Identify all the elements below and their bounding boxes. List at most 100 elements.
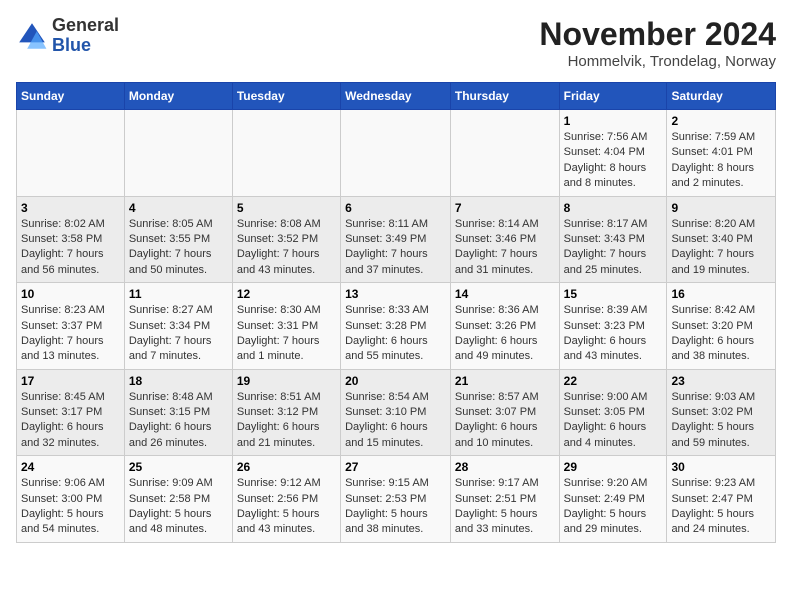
day-info: Sunrise: 8:14 AMSunset: 3:46 PMDaylight:… bbox=[455, 217, 555, 279]
weekday-header-friday: Friday bbox=[559, 83, 667, 110]
calendar-cell: 8 Sunrise: 8:17 AMSunset: 3:43 PMDaylight… bbox=[559, 196, 667, 283]
day-info: Sunrise: 8:30 AMSunset: 3:31 PMDaylight:… bbox=[237, 303, 336, 365]
page-header: General Blue November 2024 Hommelvik, Tr… bbox=[16, 16, 776, 70]
calendar-cell: 7 Sunrise: 8:14 AMSunset: 3:46 PMDaylight… bbox=[450, 196, 559, 283]
calendar-week-2: 3 Sunrise: 8:02 AMSunset: 3:58 PMDaylight… bbox=[17, 196, 776, 283]
day-info: Sunrise: 8:42 AMSunset: 3:20 PMDaylight:… bbox=[671, 303, 771, 365]
weekday-header-sunday: Sunday bbox=[17, 83, 125, 110]
calendar-cell: 25Sunrise: 9:09 AMSunset: 2:58 PMDayligh… bbox=[124, 456, 232, 543]
logo-icon bbox=[16, 20, 48, 52]
day-number: 16 bbox=[671, 287, 771, 301]
weekday-header-monday: Monday bbox=[124, 83, 232, 110]
day-info: Sunrise: 9:06 AMSunset: 3:00 PMDaylight:… bbox=[21, 476, 120, 538]
day-number: 19 bbox=[237, 374, 336, 388]
weekday-header-saturday: Saturday bbox=[667, 83, 776, 110]
calendar-cell: 27 Sunrise: 9:15 AMSunset: 2:53 PMDayligh… bbox=[341, 456, 451, 543]
calendar-cell: 9Sunrise: 8:20 AMSunset: 3:40 PMDaylight… bbox=[667, 196, 776, 283]
weekday-header-thursday: Thursday bbox=[450, 83, 559, 110]
calendar-cell bbox=[17, 110, 125, 197]
calendar-week-3: 10 Sunrise: 8:23 AMSunset: 3:37 PMDayligh… bbox=[17, 283, 776, 370]
day-info: Sunrise: 9:23 AMSunset: 2:47 PMDaylight:… bbox=[671, 476, 771, 538]
day-number: 8 bbox=[564, 201, 663, 215]
calendar-cell: 23Sunrise: 9:03 AMSunset: 3:02 PMDayligh… bbox=[667, 369, 776, 456]
calendar-cell: 24 Sunrise: 9:06 AMSunset: 3:00 PMDayligh… bbox=[17, 456, 125, 543]
day-info: Sunrise: 8:08 AMSunset: 3:52 PMDaylight:… bbox=[237, 217, 336, 279]
calendar-cell: 6Sunrise: 8:11 AMSunset: 3:49 PMDaylight… bbox=[341, 196, 451, 283]
day-number: 14 bbox=[455, 287, 555, 301]
calendar-cell: 20 Sunrise: 8:54 AMSunset: 3:10 PMDayligh… bbox=[341, 369, 451, 456]
day-info: Sunrise: 8:36 AMSunset: 3:26 PMDaylight:… bbox=[455, 303, 555, 365]
calendar-cell bbox=[124, 110, 232, 197]
day-number: 22 bbox=[564, 374, 663, 388]
day-number: 6 bbox=[345, 201, 446, 215]
calendar-cell: 12 Sunrise: 8:30 AMSunset: 3:31 PMDayligh… bbox=[232, 283, 340, 370]
calendar-table: SundayMondayTuesdayWednesdayThursdayFrid… bbox=[16, 82, 776, 543]
day-number: 5 bbox=[237, 201, 336, 215]
day-number: 11 bbox=[129, 287, 228, 301]
day-info: Sunrise: 8:23 AMSunset: 3:37 PMDaylight:… bbox=[21, 303, 120, 365]
calendar-cell: 16 Sunrise: 8:42 AMSunset: 3:20 PMDayligh… bbox=[667, 283, 776, 370]
day-info: Sunrise: 8:20 AMSunset: 3:40 PMDaylight:… bbox=[671, 217, 771, 279]
day-number: 15 bbox=[564, 287, 663, 301]
title-block: November 2024 Hommelvik, Trondelag, Norw… bbox=[539, 16, 776, 70]
calendar-cell: 22 Sunrise: 9:00 AMSunset: 3:05 PMDayligh… bbox=[559, 369, 667, 456]
day-info: Sunrise: 8:05 AMSunset: 3:55 PMDaylight:… bbox=[129, 217, 228, 279]
day-number: 20 bbox=[345, 374, 446, 388]
day-info: Sunrise: 8:54 AMSunset: 3:10 PMDaylight:… bbox=[345, 390, 446, 452]
logo: General Blue bbox=[16, 16, 119, 56]
day-info: Sunrise: 9:00 AMSunset: 3:05 PMDaylight:… bbox=[564, 390, 663, 452]
day-info: Sunrise: 8:57 AMSunset: 3:07 PMDaylight:… bbox=[455, 390, 555, 452]
day-info: Sunrise: 7:59 AMSunset: 4:01 PMDaylight:… bbox=[671, 130, 771, 192]
calendar-cell: 21 Sunrise: 8:57 AMSunset: 3:07 PMDayligh… bbox=[450, 369, 559, 456]
day-number: 10 bbox=[21, 287, 120, 301]
day-info: Sunrise: 7:56 AMSunset: 4:04 PMDaylight:… bbox=[564, 130, 663, 192]
calendar-cell bbox=[232, 110, 340, 197]
calendar-cell: 26Sunrise: 9:12 AMSunset: 2:56 PMDayligh… bbox=[232, 456, 340, 543]
day-number: 18 bbox=[129, 374, 228, 388]
day-info: Sunrise: 9:17 AMSunset: 2:51 PMDaylight:… bbox=[455, 476, 555, 538]
calendar-cell: 13 Sunrise: 8:33 AMSunset: 3:28 PMDayligh… bbox=[341, 283, 451, 370]
day-number: 25 bbox=[129, 460, 228, 474]
day-info: Sunrise: 8:17 AMSunset: 3:43 PMDaylight:… bbox=[564, 217, 663, 279]
calendar-cell: 19 Sunrise: 8:51 AMSunset: 3:12 PMDayligh… bbox=[232, 369, 340, 456]
location-text: Hommelvik, Trondelag, Norway bbox=[539, 53, 776, 70]
calendar-cell bbox=[341, 110, 451, 197]
day-info: Sunrise: 8:27 AMSunset: 3:34 PMDaylight:… bbox=[129, 303, 228, 365]
day-number: 24 bbox=[21, 460, 120, 474]
calendar-week-5: 24 Sunrise: 9:06 AMSunset: 3:00 PMDayligh… bbox=[17, 456, 776, 543]
day-number: 13 bbox=[345, 287, 446, 301]
day-number: 27 bbox=[345, 460, 446, 474]
logo-blue-text: Blue bbox=[52, 35, 91, 55]
day-info: Sunrise: 9:20 AMSunset: 2:49 PMDaylight:… bbox=[564, 476, 663, 538]
calendar-cell: 17Sunrise: 8:45 AMSunset: 3:17 PMDayligh… bbox=[17, 369, 125, 456]
month-title: November 2024 bbox=[539, 16, 776, 53]
day-info: Sunrise: 9:15 AMSunset: 2:53 PMDaylight:… bbox=[345, 476, 446, 538]
day-number: 3 bbox=[21, 201, 120, 215]
day-number: 29 bbox=[564, 460, 663, 474]
day-info: Sunrise: 8:33 AMSunset: 3:28 PMDaylight:… bbox=[345, 303, 446, 365]
day-number: 7 bbox=[455, 201, 555, 215]
calendar-cell: 14 Sunrise: 8:36 AMSunset: 3:26 PMDayligh… bbox=[450, 283, 559, 370]
day-number: 12 bbox=[237, 287, 336, 301]
day-info: Sunrise: 8:48 AMSunset: 3:15 PMDaylight:… bbox=[129, 390, 228, 452]
calendar-cell: 5 Sunrise: 8:08 AMSunset: 3:52 PMDaylight… bbox=[232, 196, 340, 283]
calendar-cell: 10 Sunrise: 8:23 AMSunset: 3:37 PMDayligh… bbox=[17, 283, 125, 370]
calendar-cell: 2Sunrise: 7:59 AMSunset: 4:01 PMDaylight… bbox=[667, 110, 776, 197]
day-info: Sunrise: 9:03 AMSunset: 3:02 PMDaylight:… bbox=[671, 390, 771, 452]
calendar-cell: 3 Sunrise: 8:02 AMSunset: 3:58 PMDaylight… bbox=[17, 196, 125, 283]
logo-general-text: General bbox=[52, 15, 119, 35]
day-info: Sunrise: 8:39 AMSunset: 3:23 PMDaylight:… bbox=[564, 303, 663, 365]
calendar-cell: 11 Sunrise: 8:27 AMSunset: 3:34 PMDayligh… bbox=[124, 283, 232, 370]
calendar-cell bbox=[450, 110, 559, 197]
weekday-header-wednesday: Wednesday bbox=[341, 83, 451, 110]
day-info: Sunrise: 8:45 AMSunset: 3:17 PMDaylight:… bbox=[21, 390, 120, 452]
calendar-week-1: 1Sunrise: 7:56 AMSunset: 4:04 PMDaylight… bbox=[17, 110, 776, 197]
day-info: Sunrise: 8:02 AMSunset: 3:58 PMDaylight:… bbox=[21, 217, 120, 279]
day-info: Sunrise: 8:51 AMSunset: 3:12 PMDaylight:… bbox=[237, 390, 336, 452]
calendar-cell: 18 Sunrise: 8:48 AMSunset: 3:15 PMDayligh… bbox=[124, 369, 232, 456]
calendar-cell: 30Sunrise: 9:23 AMSunset: 2:47 PMDayligh… bbox=[667, 456, 776, 543]
calendar-cell: 1Sunrise: 7:56 AMSunset: 4:04 PMDaylight… bbox=[559, 110, 667, 197]
day-number: 21 bbox=[455, 374, 555, 388]
calendar-cell: 15 Sunrise: 8:39 AMSunset: 3:23 PMDayligh… bbox=[559, 283, 667, 370]
calendar-cell: 4Sunrise: 8:05 AMSunset: 3:55 PMDaylight… bbox=[124, 196, 232, 283]
